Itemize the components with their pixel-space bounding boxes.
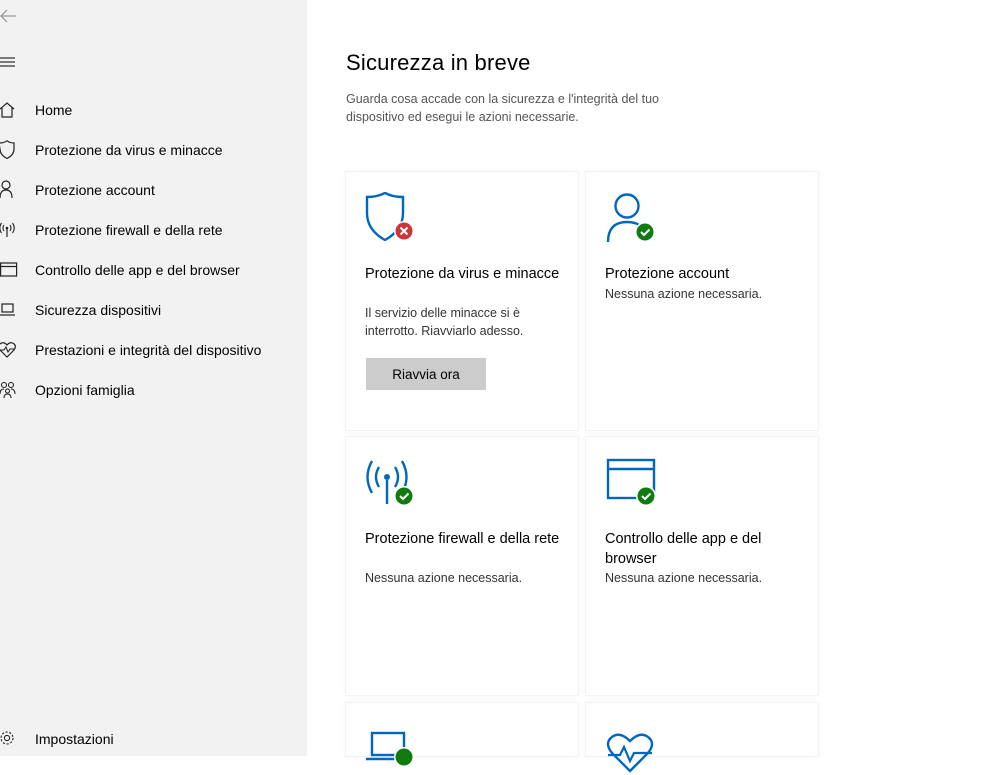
sidebar-item-virus-protection[interactable]: Protezione da virus e minacce <box>0 130 307 170</box>
sidebar-item-label: Protezione account <box>35 182 155 198</box>
restart-now-button[interactable]: Riavvia ora <box>366 358 486 390</box>
tile-title: Protezione account <box>605 266 730 282</box>
tile-status: Nessuna azione necessaria. <box>605 287 763 301</box>
heart-pulse-icon <box>0 342 16 358</box>
tile-app-browser-control[interactable]: Controllo delle app e del browser Nessun… <box>586 437 818 695</box>
menu-button[interactable] <box>0 52 20 72</box>
shield-icon <box>0 140 15 160</box>
heart-pulse-ok-icon <box>606 733 654 773</box>
tile-title: Protezione firewall e della rete <box>365 531 560 547</box>
wireless-icon <box>0 222 15 237</box>
gear-icon <box>0 731 14 745</box>
sidebar-item-label: Opzioni famiglia <box>35 382 135 398</box>
home-icon <box>0 102 15 118</box>
page-description: Guarda cosa accade con la sicurezza e l'… <box>346 92 659 124</box>
wireless-ok-icon <box>366 460 414 506</box>
tile-firewall-protection[interactable]: Protezione firewall e della rete Nessuna… <box>346 437 578 695</box>
sidebar-item-settings[interactable]: Impostazioni <box>0 718 307 758</box>
sidebar-item-label: Impostazioni <box>35 731 114 747</box>
person-icon <box>0 180 13 199</box>
laptop-ok-icon <box>366 731 414 767</box>
tile-title: Controllo delle app e del browser <box>605 531 762 567</box>
sidebar-item-device-security[interactable]: Sicurezza dispositivi <box>0 290 307 330</box>
sidebar-item-label: Protezione da virus e minacce <box>35 142 223 158</box>
back-arrow-icon <box>0 9 16 23</box>
tile-device-security[interactable] <box>346 703 578 767</box>
browser-window-ok-icon <box>606 458 656 506</box>
tile-account-protection[interactable]: Protezione account Nessuna azione necess… <box>586 172 818 430</box>
sidebar-item-label: Controllo delle app e del browser <box>35 262 240 278</box>
hamburger-icon <box>0 57 15 67</box>
browser-window-icon <box>0 262 18 277</box>
sidebar-item-device-performance[interactable]: Prestazioni e integrità del dispositivo <box>0 330 307 370</box>
laptop-icon <box>0 303 15 316</box>
page-title: Sicurezza in breve <box>346 50 531 75</box>
sidebar-nav: Home Protezione da virus e minacce Prote… <box>0 90 307 410</box>
sidebar-item-label: Home <box>35 102 73 118</box>
sidebar-item-label: Sicurezza dispositivi <box>35 302 162 318</box>
family-icon <box>0 381 16 399</box>
tile-status: Il servizio delle minacce si è interrott… <box>365 306 524 338</box>
tile-status: Nessuna azione necessaria. <box>365 571 523 585</box>
back-button[interactable] <box>0 4 20 28</box>
tile-device-performance[interactable] <box>586 703 818 773</box>
sidebar-item-home[interactable]: Home <box>0 90 307 130</box>
sidebar-item-family-options[interactable]: Opzioni famiglia <box>0 370 307 410</box>
shield-error-icon <box>365 192 414 242</box>
sidebar-item-account-protection[interactable]: Protezione account <box>0 170 307 210</box>
person-ok-icon <box>606 193 655 243</box>
sidebar: Home Protezione da virus e minacce Prote… <box>0 0 307 756</box>
sidebar-item-label: Protezione firewall e della rete <box>35 222 223 238</box>
sidebar-item-app-browser-control[interactable]: Controllo delle app e del browser <box>0 250 307 290</box>
tile-virus-protection[interactable]: Protezione da virus e minacce Il servizi… <box>346 172 578 430</box>
tile-title: Protezione da virus e minacce <box>365 266 560 282</box>
main-content: Sicurezza in breve Guarda cosa accade co… <box>307 0 989 773</box>
sidebar-item-label: Prestazioni e integrità del dispositivo <box>35 342 262 358</box>
tile-status: Nessuna azione necessaria. <box>605 571 763 585</box>
sidebar-item-firewall[interactable]: Protezione firewall e della rete <box>0 210 307 250</box>
